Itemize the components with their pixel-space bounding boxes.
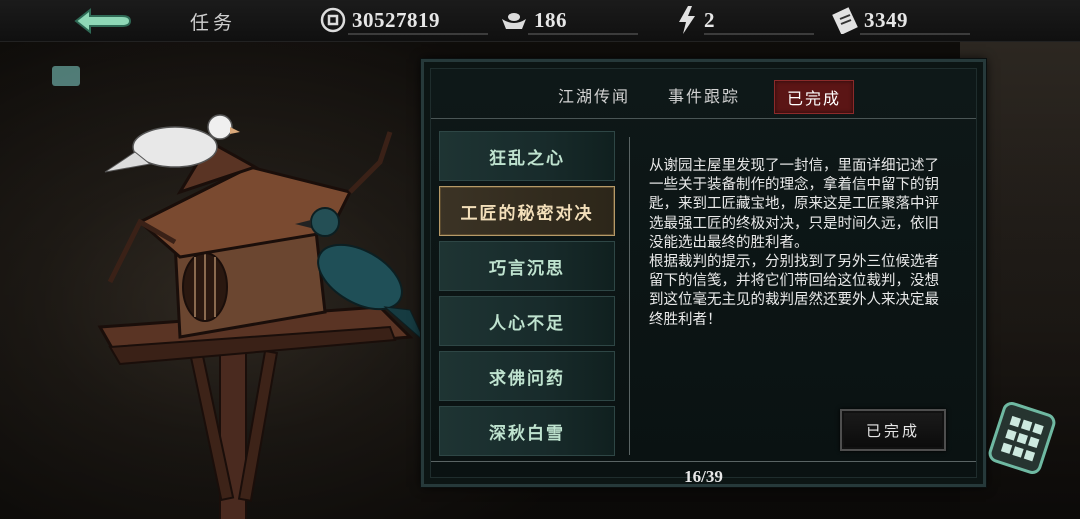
lightning-icon [679,6,695,34]
quest-item[interactable]: 深秋白雪 [439,406,615,456]
ingots-value: 186 [534,7,567,32]
horizontal-divider [431,461,976,462]
vertical-divider [629,137,630,455]
ingots-counter: 186 [500,5,638,35]
energy-counter: 2 [676,5,814,35]
coins-underline [348,33,488,35]
birdhouse-illustration [97,114,426,519]
coins-counter: 30527819 [320,5,488,35]
quest-list: 狂乱之心 工匠的秘密对决 巧言沉思 人心不足 求佛问药 深秋白雪 [439,131,615,461]
quest-item[interactable]: 狂乱之心 [439,131,615,181]
ingot-icon [502,13,526,29]
tickets-value: 3349 [864,7,908,32]
tab-completed[interactable]: 已完成 [774,80,855,114]
scene-badge-icon [52,66,80,86]
quest-panel: 江湖传闻 事件跟踪 已完成 狂乱之心 工匠的秘密对决 巧言沉思 人心不足 求佛问… [421,59,986,487]
quest-item-label: 狂乱之心 [489,148,565,169]
energy-underline [704,33,814,35]
page-title: 任务 [190,12,237,34]
coin-icon [320,7,346,33]
tickets-counter: 3349 [832,5,970,35]
tab-bar: 江湖传闻 事件跟踪 已完成 [431,69,976,119]
coins-value: 30527819 [352,7,440,32]
completed-button[interactable]: 已完成 [840,409,946,451]
ingots-underline [528,33,638,35]
quest-item[interactable]: 巧言沉思 [439,241,615,291]
energy-value: 2 [704,7,715,32]
quest-panel-inner: 江湖传闻 事件跟踪 已完成 狂乱之心 工匠的秘密对决 巧言沉思 人心不足 求佛问… [430,68,977,486]
page-indicator: 16/39 [684,467,723,486]
quest-item-label: 工匠的秘密对决 [460,203,594,224]
quest-item[interactable]: 求佛问药 [439,351,615,401]
back-arrow-icon [74,7,132,35]
tickets-underline [860,33,970,35]
ticket-icon [832,7,858,34]
scroll-badge-icon [988,402,1056,474]
top-bar: 任务 30527819 186 2 3349 [0,0,1080,42]
quest-item-label: 求佛问药 [489,368,565,389]
completed-button-label: 已完成 [865,421,920,440]
tab-rumors[interactable]: 江湖传闻 [558,83,630,107]
quest-item-label: 巧言沉思 [489,258,565,279]
quest-item[interactable]: 人心不足 [439,296,615,346]
tab-tracking[interactable]: 事件跟踪 [668,83,740,107]
quest-item-label: 深秋白雪 [489,423,565,444]
quest-item-label: 人心不足 [489,313,565,334]
back-button[interactable] [70,6,132,36]
quest-item-selected[interactable]: 工匠的秘密对决 [439,186,615,236]
quest-description: 从谢园主屋里发现了一封信，里面详细记述了一些关于装备制作的理念，拿着信中留下的钥… [649,158,939,328]
